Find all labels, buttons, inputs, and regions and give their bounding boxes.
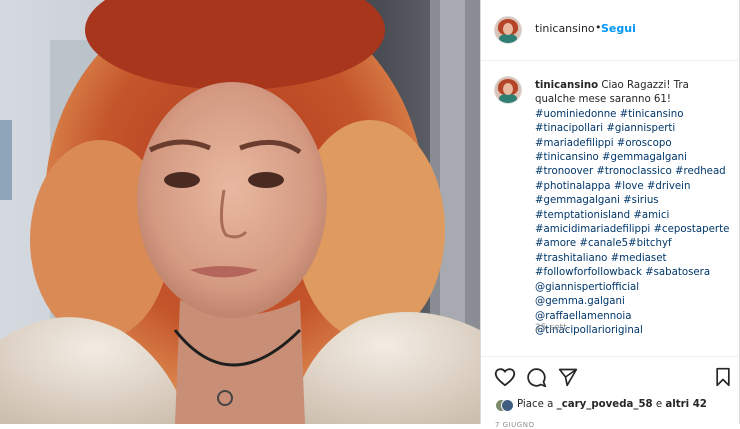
- caption-tag-line[interactable]: #gemmagalgani #sirius: [535, 194, 730, 208]
- likes-prefix: Piace a: [517, 399, 554, 410]
- caption-tag-line[interactable]: #mariadefilippi #oroscopo: [535, 137, 730, 151]
- post-date: 7 GIUGNO: [495, 421, 535, 429]
- caption-tag-line[interactable]: #followforfollowback #sabatosera: [535, 266, 730, 280]
- caption-avatar[interactable]: [495, 77, 521, 103]
- caption-username[interactable]: tinicansino: [535, 80, 598, 91]
- follow-button[interactable]: Segui: [601, 22, 636, 35]
- portrait-image: [0, 0, 480, 424]
- caption-tag-line[interactable]: #uominiedonne #tinicansino: [535, 108, 730, 122]
- caption-tag-line[interactable]: @raffaellamennoia: [535, 310, 730, 324]
- post-side-panel: tinicansino • Segui tinicansino Ciao Rag…: [480, 0, 740, 429]
- caption-tag-line[interactable]: #amore #canale5#bitchyf: [535, 237, 730, 251]
- post-photo[interactable]: [0, 0, 480, 424]
- bookmark-icon[interactable]: [715, 367, 731, 387]
- caption-tag-line[interactable]: @giannispertiofficial @gemma.galgani: [535, 281, 730, 310]
- post-header: tinicansino • Segui: [481, 0, 739, 61]
- likes-middle: e: [655, 399, 663, 410]
- caption-tag-line[interactable]: #photinalappa #love #drivein: [535, 180, 730, 194]
- liker-avatars[interactable]: [495, 397, 514, 413]
- caption-tag-line[interactable]: #tinicansino #gemmagalgani: [535, 151, 730, 165]
- heart-icon[interactable]: [494, 367, 516, 387]
- comment-icon[interactable]: [526, 367, 547, 388]
- avatar[interactable]: [495, 17, 521, 43]
- caption-tag-line[interactable]: #amicidimariadefilippi #cepostaperte: [535, 223, 730, 237]
- likes-user[interactable]: _cary_poveda_58: [557, 399, 653, 410]
- caption-tag-line[interactable]: #tronoover #tronoclassico #redhead: [535, 165, 730, 179]
- caption-tag-line[interactable]: #tinacipollari #giannisperti: [535, 122, 730, 136]
- caption-timestamp[interactable]: 25 sett.: [535, 323, 569, 333]
- caption-tag-line[interactable]: #trashitaliano #mediaset: [535, 252, 730, 266]
- action-bar: Piace a _cary_poveda_58 e altri 42 7 GIU…: [481, 356, 739, 429]
- post-caption: tinicansino Ciao Ragazzi! Tra qualche me…: [535, 79, 730, 338]
- paper-plane-icon[interactable]: [558, 367, 578, 387]
- likes-summary[interactable]: Piace a _cary_poveda_58 e altri 42: [517, 399, 707, 410]
- header-username[interactable]: tinicansino: [535, 22, 595, 35]
- caption-tag-line[interactable]: #temptationisland #amici: [535, 209, 730, 223]
- likes-others[interactable]: altri 42: [665, 399, 706, 410]
